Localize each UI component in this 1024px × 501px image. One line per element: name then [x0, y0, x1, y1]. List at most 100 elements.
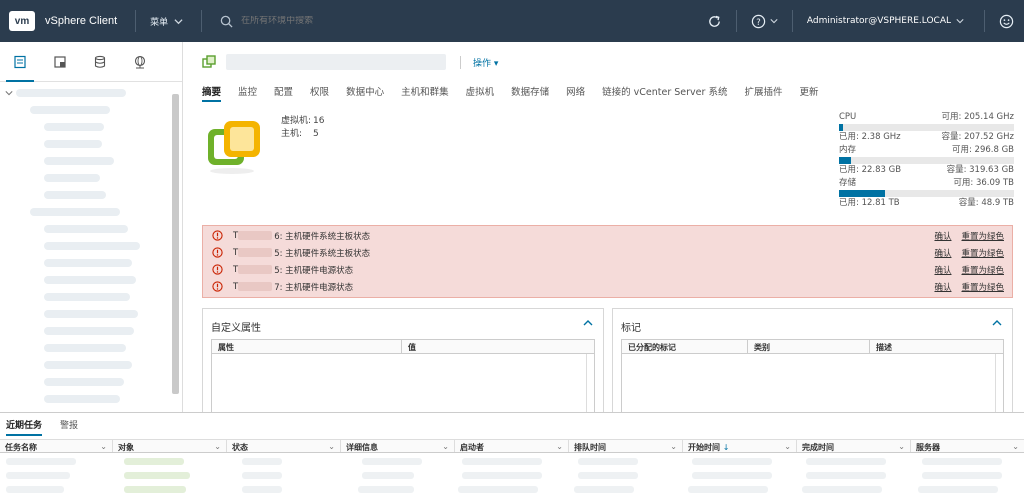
tree-node[interactable] [30, 208, 120, 216]
redacted-cell [124, 457, 184, 465]
column-header[interactable]: 类别 [748, 340, 870, 353]
tab-vms[interactable]: 虚拟机 [466, 84, 495, 102]
column-header-start-time[interactable]: 开始时间 ↓ ⌄ [683, 440, 797, 452]
reset-to-green-link[interactable]: 重置为绿色 [961, 264, 1004, 276]
tab-linked-vcenter[interactable]: 链接的 vCenter Server 系统 [602, 84, 727, 102]
refresh-button[interactable] [693, 0, 736, 42]
tab-permissions[interactable]: 权限 [310, 84, 329, 102]
tree-node[interactable] [44, 174, 100, 182]
column-header[interactable]: 值 [402, 340, 594, 353]
filter-dropdown-icon[interactable]: ⌄ [784, 442, 791, 451]
reset-to-green-link[interactable]: 重置为绿色 [961, 230, 1004, 242]
column-header[interactable]: 已分配的标记 [622, 340, 748, 353]
reset-to-green-link[interactable]: 重置为绿色 [961, 281, 1004, 293]
filter-dropdown-icon[interactable]: ⌄ [898, 442, 905, 451]
column-header-status[interactable]: 状态 ⌄ [227, 440, 341, 452]
tree-node[interactable] [44, 191, 106, 199]
tab-summary[interactable]: 摘要 [202, 84, 222, 102]
tree-node[interactable] [44, 140, 102, 148]
column-header-queued-for[interactable]: 排队时间 ⌄ [569, 440, 683, 452]
tree-node[interactable] [44, 225, 128, 233]
column-header-initiator[interactable]: 启动者 ⌄ [455, 440, 569, 452]
tree-node[interactable] [44, 344, 126, 352]
column-header-object[interactable]: 对象 ⌄ [113, 440, 227, 452]
table-row[interactable] [0, 482, 1024, 496]
tab-configure[interactable]: 配置 [274, 84, 293, 102]
acknowledge-link[interactable]: 确认 [934, 264, 951, 276]
tree-node[interactable] [44, 361, 132, 369]
column-header[interactable]: 描述 [870, 340, 1003, 353]
reset-to-green-link[interactable]: 重置为绿色 [961, 247, 1004, 259]
filter-dropdown-icon[interactable]: ⌄ [442, 442, 449, 451]
tab-datacenters[interactable]: 数据中心 [346, 84, 384, 102]
meter-bar [839, 157, 1014, 164]
column-header[interactable]: 属性 [212, 340, 402, 353]
tab-hosts-clusters[interactable]: 主机和群集 [401, 84, 449, 102]
inventory-tree[interactable] [0, 83, 170, 403]
feedback-button[interactable] [985, 0, 1024, 42]
tree-node[interactable] [30, 106, 110, 114]
tags-grid: 已分配的标记 类别 描述 [621, 339, 1004, 412]
tree-node[interactable] [44, 123, 104, 131]
hosts-clusters-tab[interactable] [0, 42, 40, 82]
vms-templates-tab[interactable] [40, 42, 80, 82]
tree-node[interactable] [44, 293, 130, 301]
tree-node[interactable] [16, 89, 126, 97]
tab-alarms[interactable]: 警报 [60, 418, 78, 436]
tree-node[interactable] [44, 327, 134, 335]
column-header-completion-time[interactable]: 完成时间 ⌄ [797, 440, 911, 452]
table-row[interactable] [0, 454, 1024, 468]
actions-menu[interactable]: 操作 ▾ [460, 55, 498, 69]
tree-node[interactable] [44, 395, 120, 403]
tree-node[interactable] [44, 378, 124, 386]
help-icon: ? [751, 14, 766, 28]
global-search[interactable] [220, 15, 422, 28]
meter-capacity: 容量: 319.63 GB [946, 165, 1014, 175]
filter-dropdown-icon[interactable]: ⌄ [670, 442, 677, 451]
redacted-cell [578, 457, 638, 465]
tree-node[interactable] [44, 259, 132, 267]
filter-dropdown-icon[interactable]: ⌄ [556, 442, 563, 451]
navigator-scrollbar[interactable] [172, 88, 179, 448]
main-scrollbar[interactable] [1016, 362, 1022, 402]
storage-tab[interactable] [80, 42, 120, 82]
filter-dropdown-icon[interactable]: ⌄ [100, 442, 107, 451]
tree-node[interactable] [44, 276, 136, 284]
acknowledge-link[interactable]: 确认 [934, 281, 951, 293]
redacted-cell [6, 485, 64, 493]
search-input[interactable] [241, 16, 422, 26]
grid-scrollbar[interactable] [995, 354, 1003, 412]
column-header-server[interactable]: 服务器 ⌄ [911, 440, 1024, 452]
column-header-details[interactable]: 详细信息 ⌄ [341, 440, 455, 452]
filter-dropdown-icon[interactable]: ⌄ [1012, 442, 1019, 451]
tab-networks[interactable]: 网络 [566, 84, 585, 102]
tree-node[interactable] [44, 242, 140, 250]
alarm-object-redacted [238, 248, 273, 257]
tab-updates[interactable]: 更新 [799, 84, 818, 102]
column-header-task-name[interactable]: 任务名称 ⌄ [0, 440, 113, 452]
tree-node[interactable] [44, 157, 114, 165]
tree-node[interactable] [44, 310, 138, 318]
main-menu-button[interactable]: 菜单 [150, 15, 183, 28]
acknowledge-link[interactable]: 确认 [934, 230, 951, 242]
tab-datastores[interactable]: 数据存储 [511, 84, 549, 102]
user-menu[interactable]: Administrator@VSPHERE.LOCAL [791, 10, 972, 32]
tab-extensions[interactable]: 扩展插件 [744, 84, 782, 102]
help-button[interactable]: ? [737, 0, 792, 42]
stat-value: 16 [313, 116, 325, 126]
tab-monitor[interactable]: 监控 [238, 84, 257, 102]
tab-recent-tasks[interactable]: 近期任务 [6, 418, 43, 436]
networking-tab[interactable] [120, 42, 160, 82]
table-row[interactable] [0, 468, 1024, 482]
chevron-up-icon[interactable] [992, 319, 1002, 327]
chevron-down-icon[interactable] [5, 89, 13, 97]
filter-dropdown-icon[interactable]: ⌄ [214, 442, 221, 451]
redacted-cell [922, 457, 1002, 465]
filter-dropdown-icon[interactable]: ⌄ [328, 442, 335, 451]
grid-scrollbar[interactable] [586, 354, 594, 412]
scrollbar-thumb[interactable] [172, 94, 179, 394]
chevron-up-icon[interactable] [583, 319, 593, 327]
alarm-row: T 5: 主机硬件电源状态 确认 重置为绿色 [203, 261, 1012, 278]
navigator-panel [0, 42, 183, 412]
acknowledge-link[interactable]: 确认 [934, 247, 951, 259]
